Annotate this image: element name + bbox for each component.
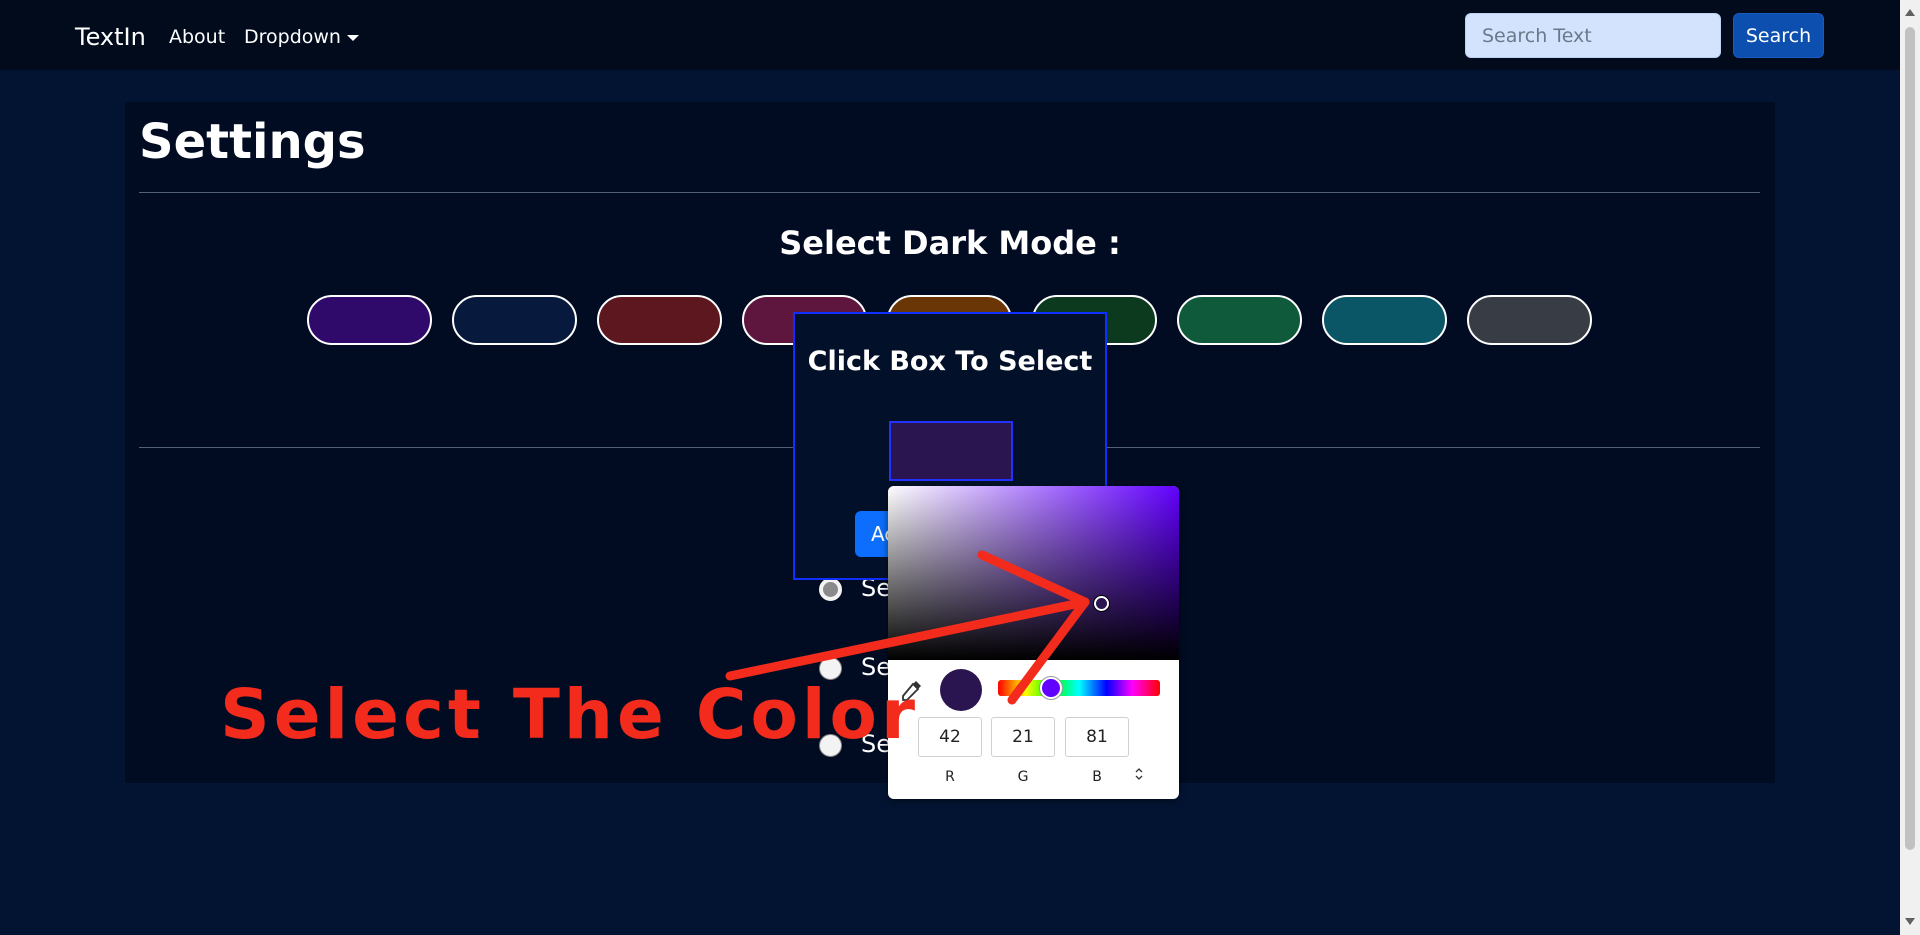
saturation-handle[interactable] (1094, 596, 1109, 611)
navbar: TextIn About Dropdown Search (0, 0, 1900, 70)
swatch-gray[interactable] (1467, 295, 1592, 345)
green-value-input[interactable]: 21 (991, 717, 1055, 757)
scroll-up-arrow-icon[interactable] (1905, 9, 1915, 16)
hue-slider-handle[interactable] (1040, 677, 1062, 699)
nav-about-link[interactable]: About (169, 26, 225, 48)
swatch-navy[interactable] (452, 295, 577, 345)
divider (139, 192, 1760, 193)
caret-down-icon (346, 34, 359, 41)
vertical-scrollbar[interactable] (1900, 0, 1920, 935)
blue-label: B (1092, 769, 1102, 785)
color-input-box[interactable] (889, 421, 1013, 481)
radio-option-1[interactable] (819, 578, 842, 601)
swatch-purple[interactable] (307, 295, 432, 345)
swatch-teal[interactable] (1322, 295, 1447, 345)
page-title: Settings (139, 114, 366, 170)
nav-dropdown-label: Dropdown (244, 26, 341, 48)
saturation-area[interactable] (888, 486, 1179, 660)
annotation-text: Select The Color (220, 675, 919, 755)
swatch-green[interactable] (1177, 295, 1302, 345)
search-input[interactable] (1465, 13, 1721, 58)
color-picker-popup: 42 21 81 R G B (888, 486, 1179, 799)
up-down-chevron-icon[interactable] (1134, 767, 1144, 781)
hue-slider[interactable] (998, 680, 1160, 696)
modal-title: Click Box To Select (807, 346, 1093, 377)
red-value-input[interactable]: 42 (918, 717, 982, 757)
scrollbar-thumb[interactable] (1905, 27, 1915, 850)
color-preview-circle (940, 669, 982, 711)
search-button[interactable]: Search (1733, 13, 1824, 58)
red-label: R (945, 769, 955, 785)
blue-value-input[interactable]: 81 (1065, 717, 1129, 757)
swatch-maroon[interactable] (597, 295, 722, 345)
scroll-down-arrow-icon[interactable] (1905, 918, 1915, 925)
dark-mode-heading: Select Dark Mode : (779, 224, 1121, 262)
brand-logo[interactable]: TextIn (75, 23, 146, 51)
green-label: G (1017, 769, 1029, 785)
nav-dropdown-toggle[interactable]: Dropdown (244, 26, 359, 48)
